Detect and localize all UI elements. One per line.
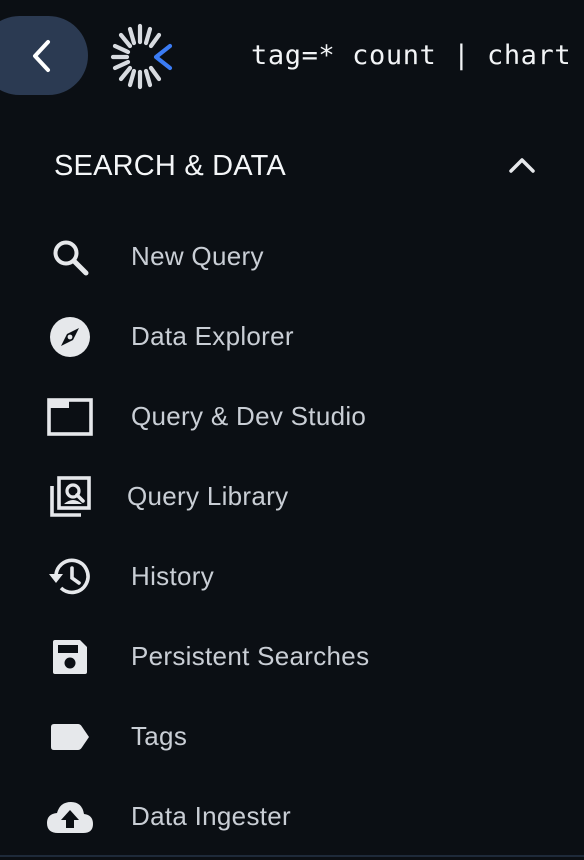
menu-item-query-dev-studio[interactable]: Query & Dev Studio [0,377,584,457]
query-text[interactable]: tag=* count | chart [251,40,571,71]
window-icon [46,395,94,439]
tag-icon [46,715,94,759]
compass-icon [46,315,94,359]
chevron-up-icon[interactable] [508,156,536,174]
menu-item-label: Tags [131,721,188,751]
menu-item-label: Data Explorer [131,321,294,351]
menu-item-query-library[interactable]: Query Library [0,457,584,537]
menu-item-label: Data Ingester [131,801,291,831]
menu-item-new-query[interactable]: New Query [0,217,584,297]
menu-item-label: Query Library [127,481,289,511]
chevron-left-icon [33,40,50,72]
save-icon [46,635,94,679]
search-icon [46,235,94,279]
section-header[interactable]: SEARCH & DATA [0,130,584,202]
menu-item-data-explorer[interactable]: Data Explorer [0,297,584,377]
app-logo [110,23,173,90]
top-bar: tag=* count | chart [0,0,584,112]
menu-item-tags[interactable]: Tags [0,697,584,777]
menu-item-label: Query & Dev Studio [131,401,367,431]
section-title: SEARCH & DATA [54,150,286,182]
divider [0,855,584,857]
menu-item-label: History [131,561,214,591]
history-icon [46,555,94,599]
menu-item-persistent-searches[interactable]: Persistent Searches [0,617,584,697]
menu-item-data-ingester[interactable]: Data Ingester [0,777,584,857]
cloud-upload-icon [46,795,94,839]
menu-list: New Query Data Explorer Query & Dev Stud… [0,217,584,857]
menu-item-history[interactable]: History [0,537,584,617]
library-search-icon [46,475,94,519]
menu-item-label: New Query [131,241,264,271]
menu-item-label: Persistent Searches [131,641,370,671]
back-button[interactable] [0,16,88,95]
